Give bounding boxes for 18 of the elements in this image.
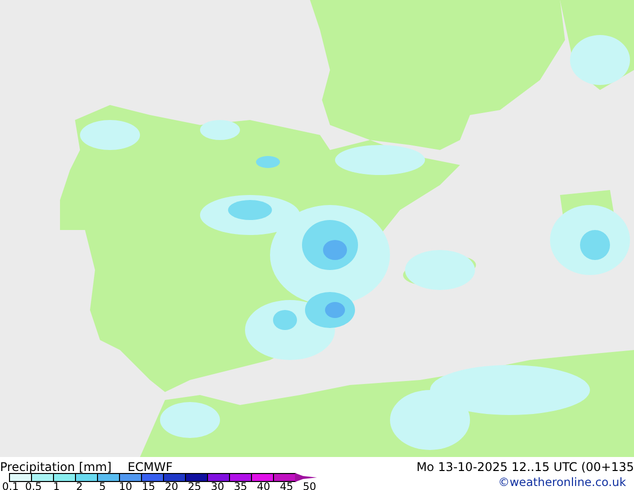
credit-link[interactable]: ©weatheronline.co.uk xyxy=(498,477,626,488)
legend-title: Precipitation [mm] xyxy=(0,461,112,473)
scale-label: 2 xyxy=(75,482,84,490)
valid-time: Mo 13-10-2025 12..15 UTC (00+135 xyxy=(416,461,634,473)
scale-label: 15 xyxy=(140,482,156,490)
scale-label: 1 xyxy=(52,482,61,490)
scale-label: 30 xyxy=(210,482,226,490)
scale-label: 45 xyxy=(278,482,294,490)
scale-label: 35 xyxy=(232,482,248,490)
scale-label: 25 xyxy=(186,482,202,490)
scale-label: 20 xyxy=(164,482,180,490)
scale-label: 50 xyxy=(302,482,318,490)
scale-label: 0.1 xyxy=(1,482,20,490)
scale-label: 0.5 xyxy=(24,482,43,490)
scale-label: 40 xyxy=(256,482,272,490)
scale-label: 10 xyxy=(118,482,134,490)
scale-label: 5 xyxy=(98,482,107,490)
model-name: ECMWF xyxy=(128,461,173,473)
